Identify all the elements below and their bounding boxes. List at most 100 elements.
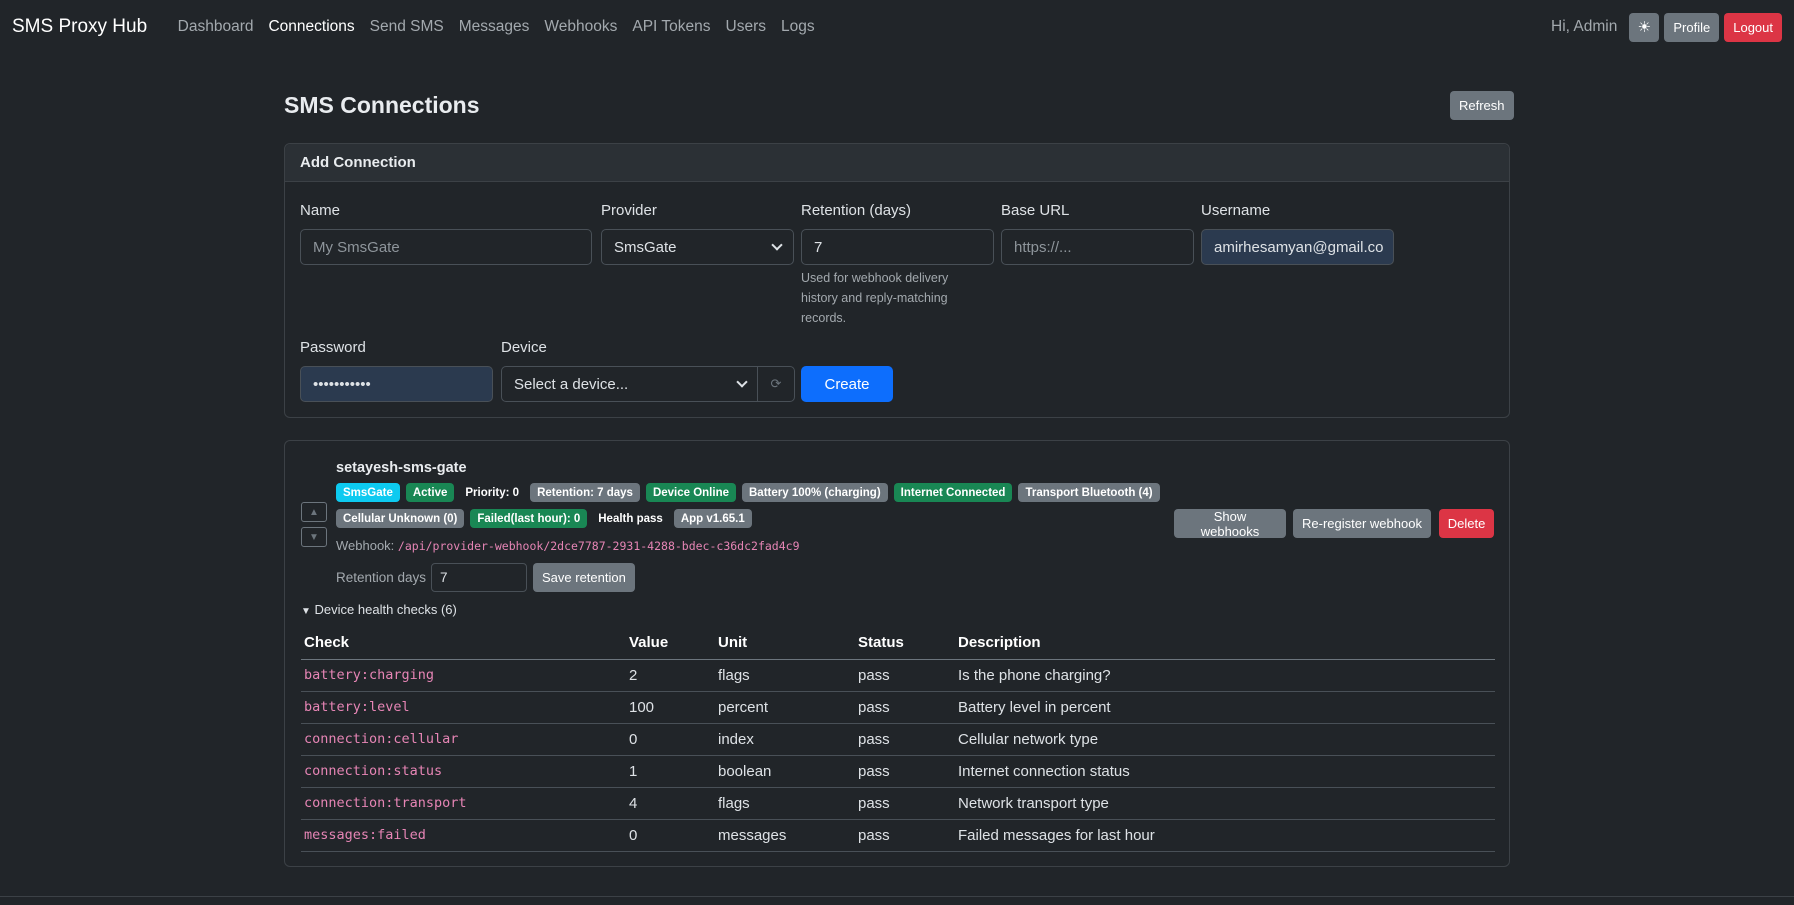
value-cell: 2 [626,659,715,692]
status-badge: Active [405,483,455,502]
password-input[interactable]: ••••••••••• [300,366,493,402]
delete-button[interactable]: Delete [1439,509,1494,538]
provider-select[interactable]: SmsGate [601,229,794,265]
retention-days-input[interactable]: 7 [431,563,527,592]
check-cell: battery:level [301,691,626,724]
nav-right: Hi, Admin ☀ Profile Logout [1551,12,1782,42]
unit-cell: flags [715,659,855,692]
theme-toggle-icon[interactable]: ☀ [1629,12,1660,42]
add-connection-card: Add Connection Name My SmsGate Provider … [284,143,1510,418]
status-cell: pass [855,691,955,724]
check-cell: battery:charging [301,659,626,692]
refresh-button[interactable]: Refresh [1450,91,1514,120]
chevron-down-icon [736,376,748,388]
nav-link-send-sms[interactable]: Send SMS [362,18,451,36]
status-badge: Cellular Unknown (0) [336,509,465,528]
webhook-path: /api/provider-webhook/2dce7787-2931-4288… [397,539,800,553]
check-cell: connection:cellular [301,723,626,756]
status-badge: Internet Connected [893,483,1013,502]
unit-cell: messages [715,819,855,852]
connection-card: ▲ ▼ setayesh-sms-gate SmsGate Active Prior… [284,440,1510,867]
status-badge: App v1.65.1 [673,509,752,528]
nav-link-logs[interactable]: Logs [773,18,822,36]
nav-link-api-tokens[interactable]: API Tokens [625,18,718,36]
device-select[interactable]: Select a device... [501,366,759,402]
password-label: Password [300,339,366,356]
health-checks-label: Device health checks (6) [314,602,457,617]
status-badge: Priority: 0 [465,486,520,499]
username-label: Username [1201,202,1271,219]
show-webhooks-button[interactable]: Show webhooks [1174,509,1286,539]
status-badge: SmsGate [336,483,400,502]
save-retention-button[interactable]: Save retention [533,563,635,592]
username-input[interactable]: amirhesamyan@gmail.co [1201,229,1394,265]
brand-title[interactable]: SMS Proxy Hub [12,16,147,38]
status-badge: Failed(last hour): 0 [470,509,588,528]
status-badge: Health pass [598,512,663,525]
unit-cell: index [715,723,855,756]
column-header-unit: Unit [715,627,855,660]
table-row: battery:charging 2 flags pass Is the phone c… [301,659,1495,692]
logout-button[interactable]: Logout [1724,12,1782,42]
table-row: messages:failed 0 messages pass Failed messa… [301,819,1495,852]
move-down-icon[interactable]: ▼ [301,527,327,547]
retention-input[interactable]: 7 [801,229,994,265]
retention-help-text: Used for webhook delivery history and re… [801,271,949,325]
health-checks-table: Check Value Unit Status Description battery:… [301,627,1495,852]
retention-days-label: Retention days [336,570,427,585]
nav-link-connections[interactable]: Connections [261,18,362,36]
device-value: Select a device... [514,375,629,393]
check-cell: connection:transport [301,787,626,820]
status-cell: pass [855,659,955,692]
health-checks-summary[interactable]: ▼ Device health checks (6) [301,602,457,617]
status-badges-row1: SmsGate Active Priority: 0 Retention: 7 day… [336,483,1160,502]
nav-link-dashboard[interactable]: Dashboard [170,18,261,36]
nav-link-messages[interactable]: Messages [451,18,537,36]
status-cell: pass [855,787,955,820]
description-cell: Internet connection status [955,755,1495,788]
profile-button[interactable]: Profile [1664,12,1720,42]
column-header-description: Description [955,627,1495,660]
nav-links: Dashboard Connections Send SMS Messages Webh… [170,18,822,36]
status-badge: Transport Bluetooth (4) [1018,483,1160,502]
column-header-check: Check [301,627,626,660]
column-header-status: Status [855,627,955,660]
base-url-input[interactable]: https://... [1001,229,1194,265]
table-row: battery:level 100 percent pass Battery level… [301,691,1495,724]
page-title: SMS Connections [284,92,480,118]
check-cell: connection:status [301,755,626,788]
device-label: Device [501,339,547,356]
disclosure-triangle-icon: ▼ [301,606,311,617]
nav-link-users[interactable]: Users [718,18,773,36]
description-cell: Battery level in percent [955,691,1495,724]
refresh-devices-icon[interactable]: ⟳ [757,366,795,402]
provider-value: SmsGate [614,238,677,256]
provider-label: Provider [601,202,657,219]
status-cell: pass [855,723,955,756]
nav-link-webhooks[interactable]: Webhooks [537,18,625,36]
webhook-line: Webhook: /api/provider-webhook/2dce7787-… [336,538,800,553]
move-up-icon[interactable]: ▲ [301,502,327,522]
table-header-row: Check Value Unit Status Description [301,627,1495,660]
base-url-label: Base URL [1001,202,1070,219]
table-row: connection:status 1 boolean pass Internet co… [301,755,1495,788]
description-cell: Network transport type [955,787,1495,820]
retention-label: Retention (days) [801,202,912,219]
value-cell: 100 [626,691,715,724]
footer-divider [0,896,1794,897]
table-row: connection:transport 4 flags pass Network tr… [301,787,1495,820]
create-button[interactable]: Create [801,366,893,402]
status-badge: Battery 100% (charging) [742,483,888,502]
check-cell: messages:failed [301,819,626,852]
column-header-value: Value [626,627,715,660]
top-navbar: SMS Proxy Hub Dashboard Connections Send S… [0,0,1794,54]
value-cell: 0 [626,819,715,852]
name-label: Name [300,202,341,219]
table-row: connection:cellular 0 index pass Cellular ne… [301,723,1495,756]
status-badge: Retention: 7 days [530,483,640,502]
chevron-down-icon [771,239,783,251]
reregister-webhook-button[interactable]: Re-register webhook [1293,509,1431,538]
webhook-label: Webhook: [336,538,395,553]
name-input[interactable]: My SmsGate [300,229,592,265]
connection-name: setayesh-sms-gate [336,460,467,476]
